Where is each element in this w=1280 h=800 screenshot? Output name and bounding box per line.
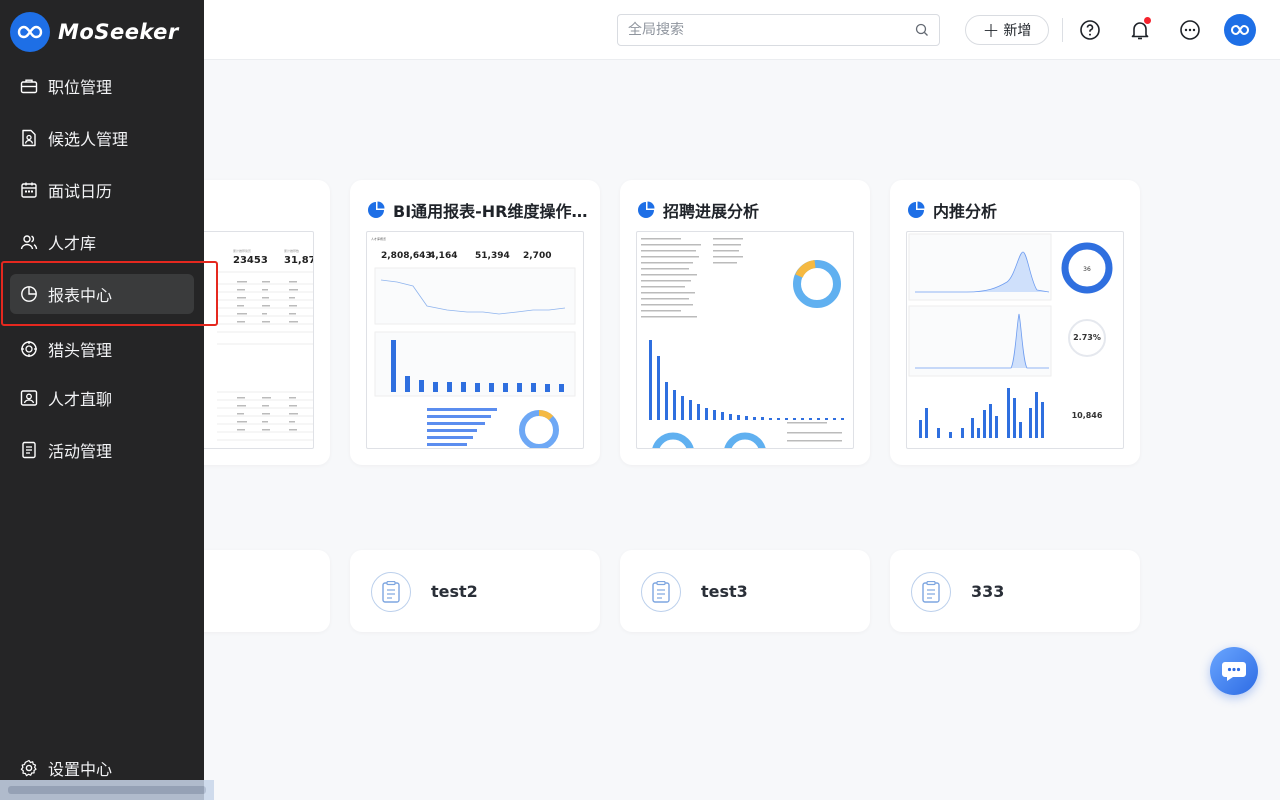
- report-thumbnail: 人才库概览 2,808,643 4,164 51,394 2,700: [366, 231, 584, 449]
- thumb-pct-value: 2.73%: [1073, 333, 1101, 342]
- more-icon[interactable]: [1178, 18, 1202, 42]
- plus-icon: +: [982, 18, 1000, 42]
- report-title: 招聘进展分析: [663, 202, 760, 221]
- report-card-progress[interactable]: 招聘进展分析: [620, 180, 870, 465]
- report-title-row: BI通用报表-HR维度操作…: [367, 198, 588, 222]
- moseeker-logo-icon: [10, 12, 50, 52]
- briefcase-icon: [20, 79, 38, 94]
- logo-text: MoSeeker: [58, 20, 179, 44]
- sidebar-item-label: 职位管理: [48, 78, 113, 97]
- thumb-stat-1: 23453: [233, 255, 268, 266]
- chat-bubble-icon: [1222, 662, 1246, 681]
- custom-report-name: test3: [701, 582, 748, 601]
- custom-report-card[interactable]: test2: [350, 550, 600, 632]
- new-button[interactable]: + 新增: [965, 15, 1049, 45]
- report-card-referral[interactable]: 内推分析 36 2.73% 10,846: [890, 180, 1140, 465]
- report-title-row: 内推分析: [907, 198, 997, 222]
- moseeker-logo-icon: [1230, 24, 1250, 36]
- search-icon[interactable]: [915, 23, 929, 37]
- thumb-stat-2: 31,877: [284, 255, 314, 266]
- svg-text:累计推荐数: 累计推荐数: [284, 248, 299, 253]
- sidebar-item-label: 人才库: [48, 234, 97, 253]
- sidebar-item-candidates[interactable]: 候选人管理: [10, 118, 194, 158]
- search-input[interactable]: [618, 15, 898, 45]
- report-title: 内推分析: [933, 202, 998, 221]
- sidebar-item-headhunter[interactable]: 猎头管理: [10, 329, 194, 369]
- report-thumbnail: [636, 231, 854, 449]
- notification-dot: [1144, 17, 1151, 24]
- custom-report-name: test2: [431, 582, 478, 601]
- thumb-stat-1: 2,808,643: [381, 251, 432, 261]
- sidebar-item-talent-pool[interactable]: 人才库: [10, 222, 194, 262]
- sidebar: MoSeeker 职位管理 候选人管理 面试日历 人才库 报表中心 猎头管理 人…: [0, 0, 204, 800]
- sidebar-item-label: 设置中心: [48, 760, 113, 779]
- header-divider: [1062, 18, 1063, 42]
- pie-chart-icon: [908, 201, 925, 218]
- pie-chart-icon: [368, 201, 385, 218]
- chat-support-button[interactable]: [1210, 647, 1258, 695]
- report-title: BI通用报表-HR维度操作…: [393, 202, 588, 221]
- document-icon: [371, 572, 411, 612]
- report-thumbnail: 36 2.73% 10,846: [906, 231, 1124, 449]
- sidebar-item-label: 猎头管理: [48, 341, 113, 360]
- thumb-donut-value: 36: [1083, 266, 1091, 273]
- global-search[interactable]: [617, 14, 940, 46]
- sidebar-item-interview-calendar[interactable]: 面试日历: [10, 170, 194, 210]
- new-button-label: 新增: [1003, 23, 1032, 39]
- custom-report-name: 333: [971, 582, 1005, 601]
- people-icon: [20, 235, 38, 250]
- report-card-bi[interactable]: BI通用报表-HR维度操作… 人才库概览 2,808,643 4,164 51,…: [350, 180, 600, 465]
- gear-icon: [20, 759, 37, 777]
- thumb-stat-2: 4,164: [429, 251, 457, 261]
- sidebar-item-label: 候选人管理: [48, 130, 129, 149]
- chat-person-icon: [20, 390, 38, 406]
- svg-text:人才库概览: 人才库概览: [371, 236, 386, 241]
- thumb-stat-3: 51,394: [475, 251, 510, 261]
- sidebar-item-label: 报表中心: [48, 286, 113, 305]
- sidebar-item-talent-chat[interactable]: 人才直聊: [10, 378, 194, 418]
- svg-text:累计推荐简历: 累计推荐简历: [233, 248, 251, 253]
- sidebar-item-label: 面试日历: [48, 182, 113, 201]
- sidebar-item-events[interactable]: 活动管理: [10, 430, 194, 470]
- avatar[interactable]: [1224, 14, 1256, 46]
- sidebar-item-label: 活动管理: [48, 442, 113, 461]
- custom-report-card[interactable]: 333: [890, 550, 1140, 632]
- pie-chart-icon: [638, 201, 655, 218]
- calendar-icon: [21, 182, 37, 198]
- list-doc-icon: [22, 441, 36, 459]
- help-icon[interactable]: [1078, 18, 1102, 42]
- document-icon: [641, 572, 681, 612]
- custom-report-card[interactable]: test3: [620, 550, 870, 632]
- headhunter-icon: [21, 341, 37, 357]
- report-title-row: 招聘进展分析: [637, 198, 759, 222]
- pie-chart-icon: [21, 286, 37, 302]
- sidebar-item-label: 人才直聊: [48, 390, 113, 409]
- candidate-doc-icon: [22, 129, 36, 147]
- document-icon: [911, 572, 951, 612]
- thumb-total-value: 10,846: [1072, 411, 1103, 420]
- thumb-stat-4: 2,700: [523, 251, 551, 261]
- sidebar-item-report-center[interactable]: 报表中心: [10, 274, 194, 314]
- sidebar-item-jobs[interactable]: 职位管理: [10, 66, 194, 106]
- brand-logo[interactable]: MoSeeker: [10, 12, 179, 52]
- status-url-bar: [0, 780, 214, 800]
